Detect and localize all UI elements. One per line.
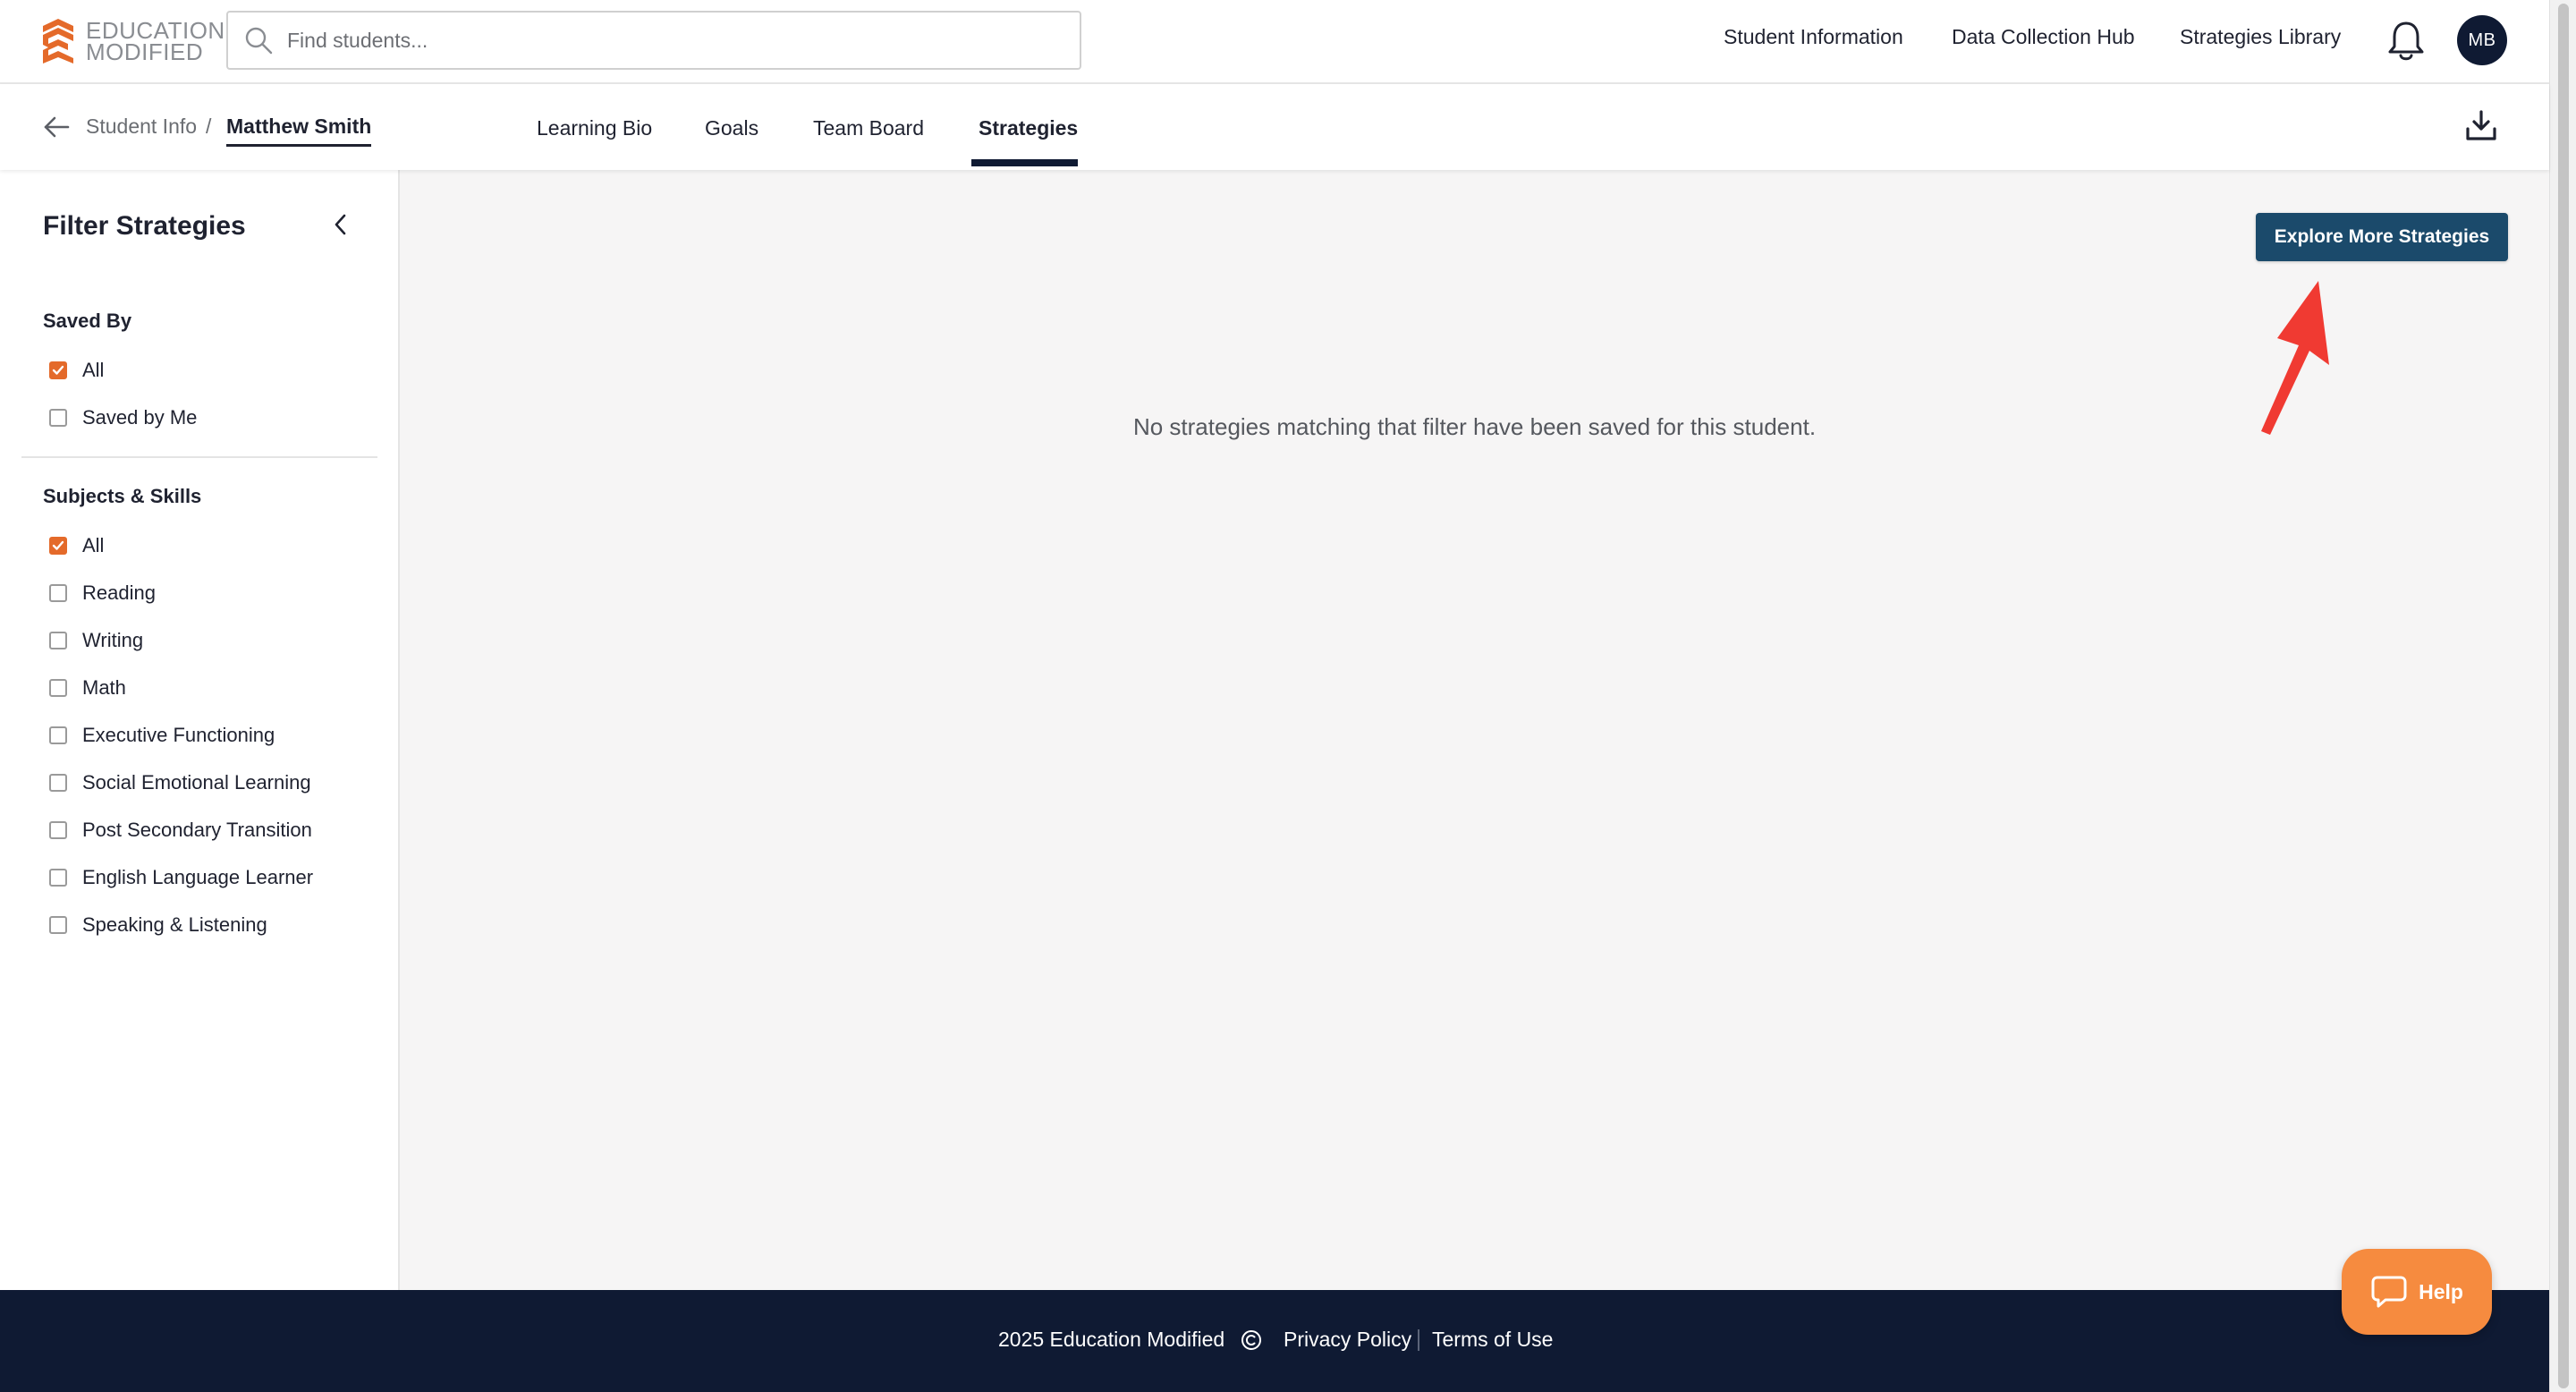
help-label: Help (2419, 1279, 2463, 1303)
breadcrumb-student-info[interactable]: Student Info (86, 115, 197, 139)
option-label: Social Emotional Learning (82, 771, 311, 794)
breadcrumb-student-name: Matthew Smith (226, 115, 372, 147)
subject-option-executive-functioning[interactable]: Executive Functioning (49, 724, 275, 747)
option-label: Reading (82, 581, 156, 604)
option-label: All (82, 534, 105, 556)
tab-strategies[interactable]: Strategies (979, 116, 1078, 140)
checkbox-checked[interactable] (49, 361, 67, 379)
subject-option-english-language-learner[interactable]: English Language Learner (49, 866, 313, 889)
check-icon (52, 540, 64, 550)
check-icon (52, 365, 64, 375)
copyright-icon (1241, 1330, 1261, 1350)
checkbox[interactable] (49, 916, 67, 934)
terms-of-use-link[interactable]: Terms of Use (1432, 1328, 1553, 1352)
chevron-left-icon[interactable] (331, 213, 351, 236)
privacy-policy-link[interactable]: Privacy Policy (1284, 1328, 1411, 1352)
subject-option-all[interactable]: All (49, 534, 104, 557)
checkbox[interactable] (49, 869, 67, 887)
nav-data-collection-hub[interactable]: Data Collection Hub (1952, 25, 2135, 49)
subjects-heading: Subjects & Skills (43, 485, 202, 507)
strategies-content: No strategies matching that filter have … (400, 170, 2549, 1290)
search-input[interactable] (287, 28, 1056, 53)
tab-learning-bio[interactable]: Learning Bio (537, 116, 652, 140)
page-scrollbar[interactable] (2549, 0, 2576, 1392)
footer: 2025 Education Modified Privacy Policy T… (0, 1290, 2549, 1392)
option-label: Writing (82, 629, 144, 651)
footer-copyright: 2025 Education Modified (998, 1328, 1225, 1351)
chat-bubble-icon (2371, 1276, 2407, 1308)
option-label: English Language Learner (82, 866, 314, 888)
scrollbar-thumb[interactable] (2558, 4, 2569, 1388)
breadcrumb-separator: / (206, 115, 212, 138)
red-arrow-annotation-icon (2261, 281, 2329, 435)
bell-icon[interactable] (2386, 20, 2426, 63)
search-icon (245, 27, 273, 55)
student-subheader: Student Info / Matthew Smith Learning Bi… (0, 84, 2549, 170)
nav-student-information[interactable]: Student Information (1724, 25, 1903, 49)
tab-team-board[interactable]: Team Board (813, 116, 924, 140)
filter-title: Filter Strategies (43, 211, 246, 241)
logo-line-2: MODIFIED (86, 38, 204, 65)
section-divider (21, 456, 377, 458)
filter-sidebar: Filter Strategies Saved By All Saved by M… (0, 170, 400, 1290)
help-button[interactable]: Help (2342, 1249, 2492, 1335)
logo-icon (43, 19, 73, 64)
option-label: Saved by Me (82, 406, 198, 429)
checkbox[interactable] (49, 584, 67, 602)
explore-more-strategies-button[interactable]: Explore More Strategies (2256, 213, 2508, 261)
option-label: Math (82, 676, 126, 699)
checkbox-checked[interactable] (49, 537, 67, 555)
subject-option-math[interactable]: Math (49, 676, 126, 700)
download-icon[interactable] (2465, 109, 2497, 141)
option-label: Executive Functioning (82, 724, 275, 746)
user-avatar[interactable]: MB (2457, 15, 2507, 65)
nav-strategies-library[interactable]: Strategies Library (2180, 25, 2341, 49)
active-tab-indicator (971, 159, 1078, 166)
saved-by-option-all[interactable]: All (49, 359, 104, 382)
tab-goals[interactable]: Goals (705, 116, 758, 140)
subject-option-writing[interactable]: Writing (49, 629, 143, 652)
saved-by-heading: Saved By (43, 310, 132, 332)
option-label: Post Secondary Transition (82, 819, 312, 841)
logo[interactable]: EDUCATION MODIFIED (41, 18, 225, 64)
checkbox[interactable] (49, 726, 67, 744)
option-label: Speaking & Listening (82, 913, 267, 936)
checkbox[interactable] (49, 409, 67, 427)
empty-state-message: No strategies matching that filter have … (1132, 413, 1817, 440)
back-arrow-icon[interactable] (43, 115, 70, 140)
logo-wordmark: EDUCATION MODIFIED (86, 19, 225, 65)
subject-option-social-emotional-learning[interactable]: Social Emotional Learning (49, 771, 311, 794)
checkbox[interactable] (49, 632, 67, 649)
subject-option-post-secondary-transition[interactable]: Post Secondary Transition (49, 819, 312, 842)
footer-divider (1418, 1329, 1419, 1351)
subject-option-reading[interactable]: Reading (49, 581, 156, 605)
option-label: All (82, 359, 105, 381)
student-search[interactable] (226, 11, 1081, 70)
checkbox[interactable] (49, 774, 67, 792)
saved-by-option-saved-by-me[interactable]: Saved by Me (49, 406, 197, 429)
top-header: EDUCATION MODIFIED Student Information D… (0, 0, 2549, 84)
checkbox[interactable] (49, 821, 67, 839)
checkbox[interactable] (49, 679, 67, 697)
subject-option-speaking-and-listening[interactable]: Speaking & Listening (49, 913, 267, 937)
